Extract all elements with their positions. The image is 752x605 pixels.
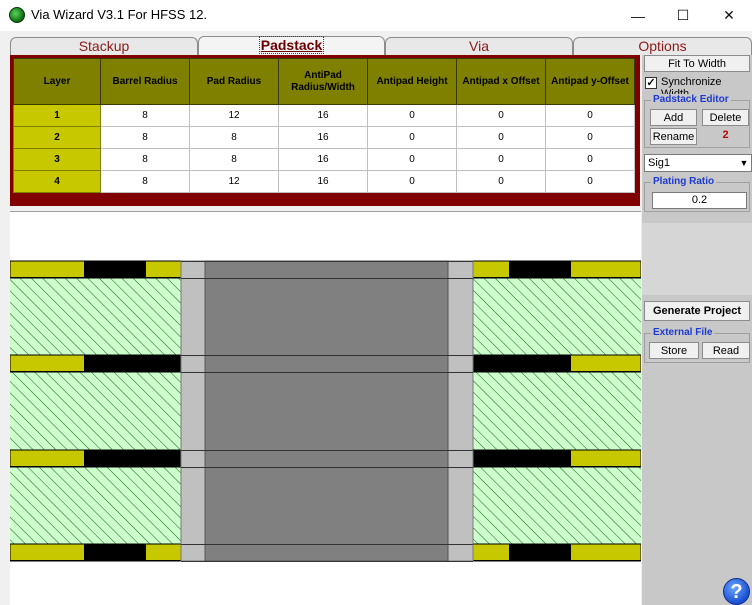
external-file-title: External File xyxy=(651,327,715,338)
column-header[interactable]: Antipad x Offset xyxy=(456,58,546,105)
minimize-button[interactable]: — xyxy=(615,0,661,31)
padstack-count: 2 xyxy=(722,129,729,141)
tab-padstack[interactable]: Padstack xyxy=(198,36,385,55)
table-cell[interactable]: 0 xyxy=(545,126,635,149)
table-cell[interactable]: 0 xyxy=(545,148,635,171)
help-icon[interactable]: ? xyxy=(723,578,750,605)
table-cell[interactable]: 8 xyxy=(100,170,190,193)
fit-to-width-button[interactable]: Fit To Width xyxy=(644,55,750,72)
layer-cell[interactable]: 1 xyxy=(13,104,101,127)
table-cell[interactable]: 16 xyxy=(278,148,368,171)
title-bar: Via Wizard V3.1 For HFSS 12. — ☐ ✕ xyxy=(0,0,752,31)
table-cell[interactable]: 16 xyxy=(278,104,368,127)
table-cell[interactable]: 0 xyxy=(367,148,457,171)
via-barrel xyxy=(204,260,449,562)
table-cell[interactable]: 8 xyxy=(100,126,190,149)
via-plating-right xyxy=(447,260,474,562)
antipad xyxy=(84,544,146,561)
synchronize-width-checkbox[interactable]: ✓ xyxy=(645,77,657,89)
window-title: Via Wizard V3.1 For HFSS 12. xyxy=(31,7,208,22)
table-cell[interactable]: 8 xyxy=(100,148,190,171)
table-cell[interactable]: 8 xyxy=(100,104,190,127)
column-header[interactable]: Antipad Height xyxy=(367,58,457,105)
plating-ratio-input[interactable]: 0.2 xyxy=(652,192,747,209)
generate-project-button[interactable]: Generate Project xyxy=(644,301,750,321)
tab-options-label: Options xyxy=(638,38,687,54)
tab-padstack-label: Padstack xyxy=(258,36,325,54)
panel-spacer xyxy=(642,223,752,295)
add-padstack-button[interactable]: Add xyxy=(650,109,697,126)
tab-via[interactable]: Via xyxy=(385,37,573,55)
antipad xyxy=(509,544,571,561)
tab-stackup-label: Stackup xyxy=(78,38,130,54)
tab-options[interactable]: Options xyxy=(573,37,752,55)
table-cell[interactable]: 0 xyxy=(367,170,457,193)
table-cell[interactable]: 0 xyxy=(456,148,546,171)
antipad xyxy=(473,355,508,372)
column-header[interactable]: AntiPad Radius/Width xyxy=(278,58,368,105)
barrel-layer-line xyxy=(181,450,473,451)
table-cell[interactable]: 0 xyxy=(545,104,635,127)
table-cell[interactable]: 0 xyxy=(456,126,546,149)
column-header[interactable]: Pad Radius xyxy=(189,58,279,105)
layer-cell[interactable]: 3 xyxy=(13,148,101,171)
barrel-layer-line xyxy=(181,261,473,262)
layer-cell[interactable]: 2 xyxy=(13,126,101,149)
cross-section-drawing xyxy=(10,260,641,562)
antipad xyxy=(84,261,146,278)
store-button[interactable]: Store xyxy=(649,342,699,359)
via-plating-left xyxy=(180,260,207,562)
via-cross-section-view xyxy=(10,211,641,605)
table-row: 1 8 12 16 0 0 0 xyxy=(13,104,635,127)
antipad xyxy=(146,355,181,372)
table-row: 3 8 8 16 0 0 0 xyxy=(13,148,635,171)
column-header[interactable]: Barrel Radius xyxy=(100,58,190,105)
maximize-button[interactable]: ☐ xyxy=(660,0,706,31)
barrel-layer-line xyxy=(181,561,473,562)
read-button[interactable]: Read xyxy=(702,342,750,359)
tab-via-label: Via xyxy=(469,38,489,54)
barrel-layer-line xyxy=(181,467,473,468)
antipad xyxy=(473,450,508,467)
rename-padstack-button[interactable]: Rename xyxy=(650,128,697,145)
barrel-layer-line xyxy=(181,355,473,356)
padstack-table-panel: Layer Barrel Radius Pad Radius AntiPad R… xyxy=(10,55,640,206)
table-cell[interactable]: 8 xyxy=(189,148,279,171)
table-row: 4 8 12 16 0 0 0 xyxy=(13,170,635,193)
signal-select-value: Sig1 xyxy=(648,157,671,169)
table-cell[interactable]: 0 xyxy=(545,170,635,193)
table-cell[interactable]: 0 xyxy=(367,104,457,127)
table-cell[interactable]: 16 xyxy=(278,170,368,193)
plating-ratio-title: Plating Ratio xyxy=(651,176,717,187)
antipad xyxy=(146,450,181,467)
table-cell[interactable]: 0 xyxy=(367,126,457,149)
delete-padstack-button[interactable]: Delete xyxy=(702,109,749,126)
padstack-editor-title: Padstack Editor xyxy=(651,94,731,105)
table-cell[interactable]: 12 xyxy=(189,104,279,127)
signal-select[interactable]: Sig1 ▼ xyxy=(644,154,752,172)
chevron-down-icon[interactable]: ▼ xyxy=(737,155,751,171)
app-icon xyxy=(9,7,25,23)
tab-stackup[interactable]: Stackup xyxy=(10,37,198,55)
table-row: 2 8 8 16 0 0 0 xyxy=(13,126,635,149)
close-button[interactable]: ✕ xyxy=(706,0,752,31)
table-cell[interactable]: 16 xyxy=(278,126,368,149)
barrel-layer-line xyxy=(181,372,473,373)
table-cell[interactable]: 12 xyxy=(189,170,279,193)
table-cell[interactable]: 0 xyxy=(456,104,546,127)
tab-strip: Stackup Padstack Via Options xyxy=(0,31,752,55)
padstack-table: Layer Barrel Radius Pad Radius AntiPad R… xyxy=(13,58,635,193)
barrel-layer-line xyxy=(181,278,473,279)
column-header[interactable]: Layer xyxy=(13,58,101,105)
right-control-panel: Fit To Width ✓ Synchronize Width Padstac… xyxy=(642,55,752,605)
table-cell[interactable]: 0 xyxy=(456,170,546,193)
layer-cell[interactable]: 4 xyxy=(13,170,101,193)
table-header-row: Layer Barrel Radius Pad Radius AntiPad R… xyxy=(13,58,635,105)
barrel-layer-line xyxy=(181,544,473,545)
table-cell[interactable]: 8 xyxy=(189,126,279,149)
column-header[interactable]: Antipad y-Offset xyxy=(545,58,635,105)
antipad xyxy=(509,261,571,278)
